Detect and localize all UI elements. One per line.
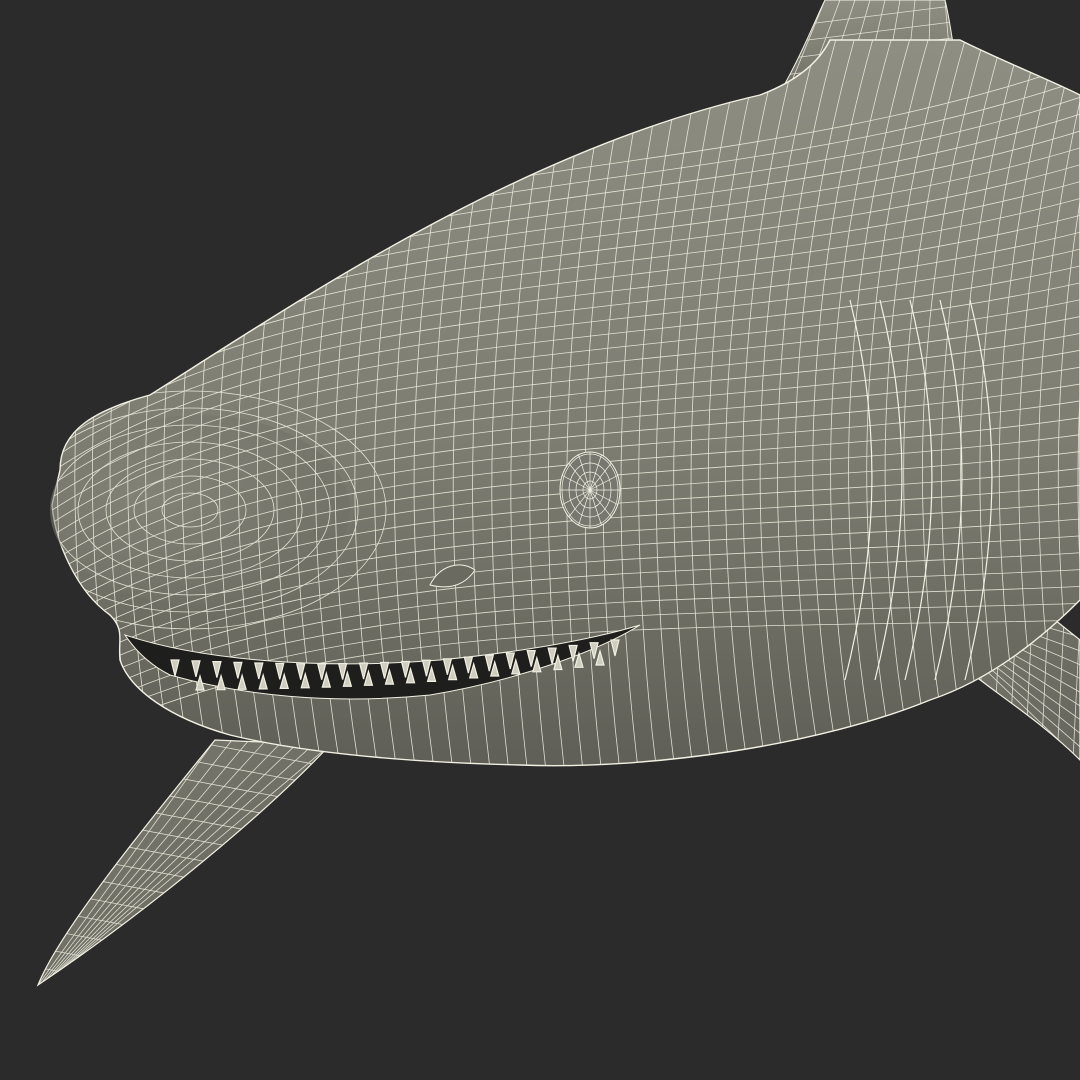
fin-wire xyxy=(50,741,265,977)
fin-wire xyxy=(46,741,249,980)
eye xyxy=(559,451,621,529)
fin-wire xyxy=(59,743,298,972)
body-wire-ring xyxy=(52,40,99,766)
left-pectoral-fin xyxy=(36,739,332,987)
3d-viewport[interactable] xyxy=(0,0,1080,1080)
shark-body xyxy=(50,39,1080,767)
body-wire-ring xyxy=(52,40,81,766)
shark-wireframe-render xyxy=(36,0,1080,987)
snout-shading xyxy=(50,415,350,605)
fin-wire xyxy=(54,742,282,974)
